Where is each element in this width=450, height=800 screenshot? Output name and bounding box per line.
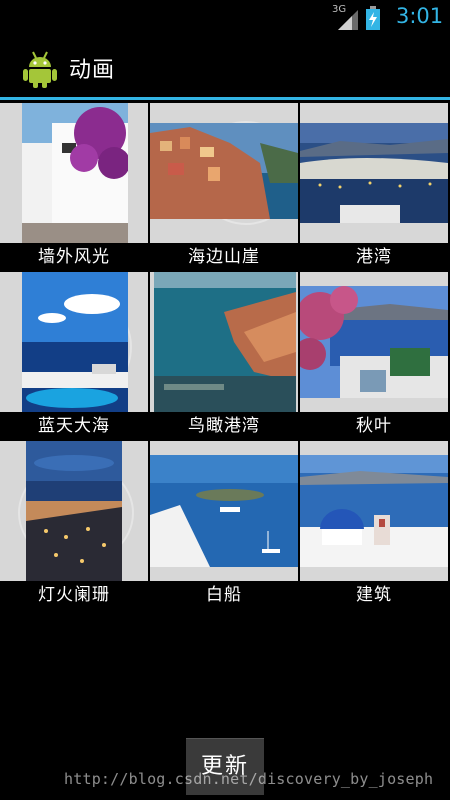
- thumbnail-frame: [0, 272, 148, 412]
- thumbnail-frame: [0, 103, 148, 243]
- thumbnail-architecture: [300, 455, 448, 567]
- thumbnail-caption: 建筑: [356, 585, 392, 605]
- thumbnail-caption: 鸟瞰港湾: [188, 416, 260, 436]
- battery-charging-icon: [366, 6, 380, 30]
- thumbnail-caption: 港湾: [356, 247, 392, 267]
- gallery-item[interactable]: 鸟瞰港湾: [150, 272, 298, 440]
- thumbnail-white-ship: [150, 455, 298, 567]
- thumbnail-blue-sky-sea: [22, 272, 128, 412]
- gallery-item[interactable]: 灯火阑珊: [0, 441, 148, 609]
- status-clock: 3:01: [396, 4, 444, 28]
- thumbnail-wall-scenery: [22, 103, 128, 243]
- app-title: 动画: [69, 58, 116, 83]
- thumbnail-harbor: [300, 123, 448, 223]
- watermark: http://blog.csdn.net/discovery_by_joseph: [64, 770, 434, 788]
- thumbnail-caption: 海边山崖: [188, 247, 260, 267]
- thumbnail-night-lights: [26, 441, 122, 581]
- action-bar-divider: [0, 97, 450, 100]
- android-robot-icon[interactable]: [22, 50, 58, 88]
- thumbnail-caption: 蓝天大海: [38, 416, 110, 436]
- action-bar: 动画: [0, 36, 450, 100]
- thumbnail-frame: [150, 103, 298, 243]
- thumbnail-frame: [300, 103, 448, 243]
- thumbnail-frame: [150, 272, 298, 412]
- thumbnail-caption: 灯火阑珊: [38, 585, 110, 605]
- gallery-item[interactable]: 建筑: [300, 441, 448, 609]
- signal-icon: [336, 8, 358, 30]
- thumbnail-frame: [150, 441, 298, 581]
- thumbnail-frame: [0, 441, 148, 581]
- gallery-item[interactable]: 蓝天大海: [0, 272, 148, 440]
- thumbnail-caption: 墙外风光: [38, 247, 110, 267]
- thumbnail-aerial-harbor: [154, 272, 296, 412]
- gallery-item[interactable]: 秋叶: [300, 272, 448, 440]
- thumbnail-caption: 秋叶: [356, 416, 392, 436]
- gallery-item[interactable]: 海边山崖: [150, 103, 298, 271]
- thumbnail-frame: [300, 272, 448, 412]
- gallery-item[interactable]: 白船: [150, 441, 298, 609]
- status-bar: 3G 3:01: [0, 0, 450, 36]
- thumbnail-frame: [300, 441, 448, 581]
- gallery-item[interactable]: 港湾: [300, 103, 448, 271]
- thumbnail-caption: 白船: [206, 585, 242, 605]
- thumbnail-seaside-cliff: [150, 123, 298, 219]
- thumbnail-autumn-leaves: [300, 286, 448, 398]
- gallery-item[interactable]: 墙外风光: [0, 103, 148, 271]
